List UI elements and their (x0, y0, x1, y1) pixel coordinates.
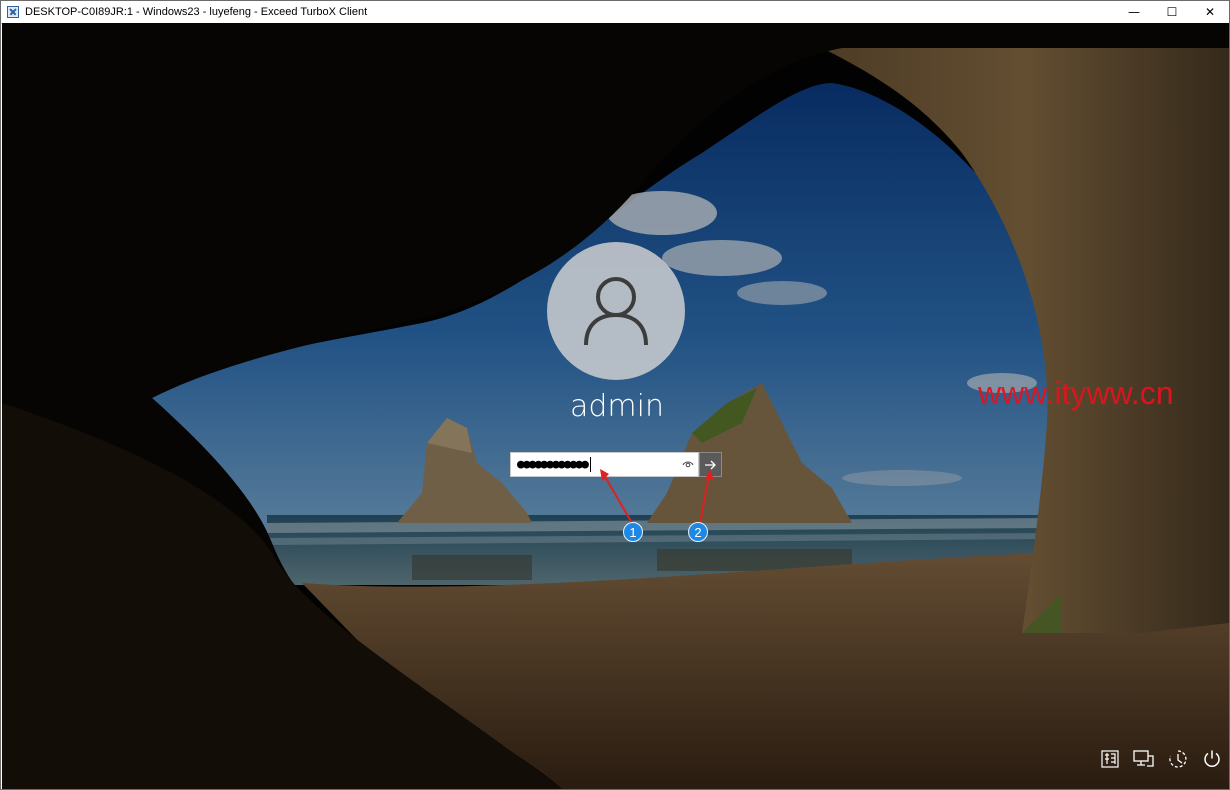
title-bar: DESKTOP-C0I89JR:1 - Windows23 - luyefeng… (1, 1, 1229, 24)
power-button[interactable] (1195, 745, 1229, 773)
submit-button[interactable] (699, 452, 722, 477)
eye-icon[interactable] (682, 459, 694, 469)
user-icon (584, 277, 648, 346)
lockscreen-tray (1093, 745, 1229, 773)
text-caret (589, 457, 591, 472)
close-button[interactable]: ✕ (1191, 1, 1229, 23)
password-input[interactable]: ●●●●●●●●●●●● (510, 452, 699, 477)
ease-of-access-icon (1169, 750, 1187, 768)
watermark: www.ityww.cn (978, 375, 1174, 411)
arrow-right-icon (704, 460, 716, 469)
app-window: DESKTOP-C0I89JR:1 - Windows23 - luyefeng… (0, 0, 1230, 790)
input-method-button[interactable] (1093, 745, 1127, 773)
maximize-button[interactable]: ☐ (1153, 1, 1191, 23)
network-icon (1133, 750, 1154, 767)
app-x-icon[interactable] (7, 6, 19, 18)
ease-of-access-button[interactable] (1161, 745, 1195, 773)
window-controls: — ☐ ✕ (1115, 1, 1229, 23)
annotation-badge-2: 2 (688, 522, 708, 542)
input-method-icon (1101, 750, 1119, 768)
password-row: ●●●●●●●●●●●● (510, 452, 722, 477)
user-avatar[interactable] (547, 242, 685, 380)
username-label: admin (570, 389, 664, 424)
annotation-badge-1: 1 (623, 522, 643, 542)
password-mask: ●●●●●●●●●●●● (517, 457, 589, 472)
window-title: DESKTOP-C0I89JR:1 - Windows23 - luyefeng… (25, 6, 368, 18)
network-button[interactable] (1127, 745, 1161, 773)
minimize-button[interactable]: — (1115, 1, 1153, 23)
power-icon (1204, 750, 1220, 767)
remote-screen: admin ●●●●●●●●●●●● 1 2 www.ityww.cn (2, 23, 1229, 789)
